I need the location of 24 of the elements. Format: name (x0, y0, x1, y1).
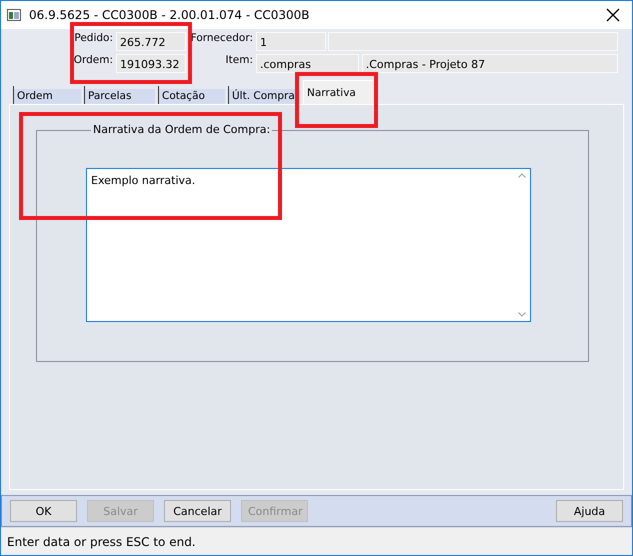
field-label: Pedido: (74, 32, 114, 46)
group-legend: Narrativa da Ordem de Compra: (91, 123, 272, 136)
field-label: Item: (226, 54, 254, 68)
narrative-text-area[interactable]: Exemplo narrativa. (86, 168, 531, 322)
read-only-field[interactable]: .compras (256, 54, 359, 73)
tab[interactable]: Últ. Compra (228, 86, 300, 104)
dialog-button[interactable]: Ajuda (556, 500, 623, 522)
dialog-button[interactable]: Cancelar (164, 500, 231, 522)
read-only-field[interactable]: .Compras - Projeto 87 (362, 54, 618, 73)
scroll-up-icon[interactable] (518, 173, 526, 178)
tab[interactable]: Parcelas (84, 86, 155, 104)
dialog-button[interactable]: OK (10, 500, 77, 522)
close-icon[interactable] (606, 8, 620, 22)
scroll-down-icon[interactable] (518, 312, 526, 317)
field-label: Ordem: (74, 54, 114, 68)
read-only-field[interactable]: 191093.32 (116, 54, 186, 73)
tab[interactable]: Narrativa (303, 80, 376, 104)
tab[interactable]: Cotação (158, 86, 225, 104)
read-only-field[interactable]: 1 (256, 32, 326, 51)
tab[interactable]: Ordem (13, 86, 81, 104)
app-icon (7, 9, 21, 21)
window-title: 06.9.5625 - CC0300B - 2.00.01.074 - CC0300B (29, 8, 311, 22)
field-label: Fornecedor: (190, 32, 254, 46)
read-only-field[interactable]: 265.772 (116, 32, 186, 51)
